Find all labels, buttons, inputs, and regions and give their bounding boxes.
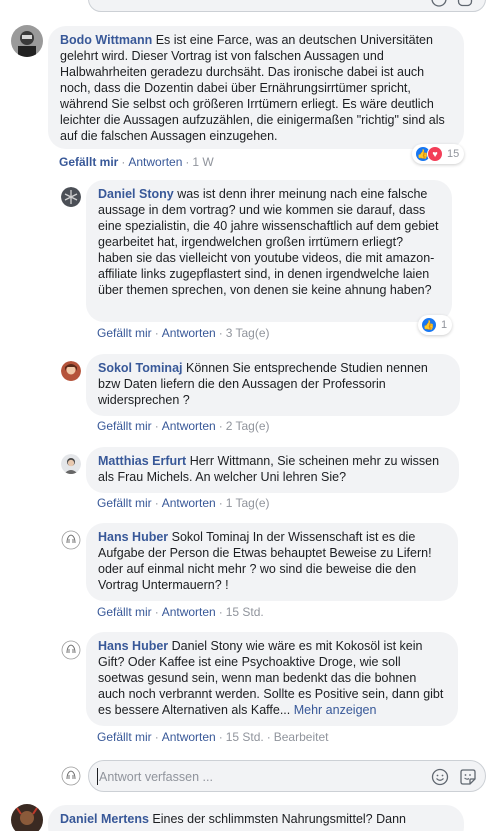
comment-author[interactable]: Daniel Stony [98,187,174,201]
timestamp[interactable]: 3 Tag(e) [226,326,270,340]
timestamp[interactable]: 1 W [192,155,213,169]
comment-text: Es ist eine Farce, was an deutschen Univ… [60,33,445,143]
emoji-icon[interactable] [431,0,447,7]
comment-actions: Gefällt mir · Antworten · 15 Std. · Bearbeitet [97,730,329,744]
comment-bubble: Sokol Tominaj Können Sie entsprechende S… [86,354,460,416]
reply-button[interactable]: Antworten [162,326,216,340]
like-button[interactable]: Gefällt mir [97,326,152,340]
emoji-icon[interactable] [431,768,449,786]
like-button[interactable]: Gefällt mir [59,155,118,169]
reply-button[interactable]: Antworten [162,496,216,510]
reply-button[interactable]: Antworten [162,730,216,744]
comment-actions: Gefällt mir · Antworten · 1 Tag(e) [97,496,270,510]
reply-button[interactable]: Antworten [162,605,216,619]
comment-author[interactable]: Bodo Wittmann [60,33,152,47]
show-more-link[interactable]: Mehr anzeigen [294,703,377,717]
reaction-number: 1 [441,319,448,331]
reply-composer[interactable] [88,760,486,792]
like-button[interactable]: Gefällt mir [97,730,152,744]
text-cursor [97,768,98,785]
comment-actions: Gefällt mir · Antworten · 1 W [59,155,214,169]
avatar[interactable] [61,454,81,474]
timestamp[interactable]: 1 Tag(e) [226,496,270,510]
comment-bubble: Matthias Erfurt Herr Wittmann, Sie schei… [86,447,459,493]
like-button[interactable]: Gefällt mir [97,419,152,433]
reply-button[interactable]: Antworten [162,419,216,433]
comment-actions: Gefällt mir · Antworten · 3 Tag(e) [97,326,270,340]
comment-bubble: Daniel Mertens Eines der schlimmsten Nah… [48,805,464,831]
comment-author[interactable]: Hans Huber [98,530,168,544]
comment-author[interactable]: Sokol Tominaj [98,361,183,375]
love-reaction-icon: ♥ [427,146,443,162]
reply-button[interactable]: Antworten [128,155,182,169]
like-button[interactable]: Gefällt mir [97,496,152,510]
reaction-number: 15 [447,148,460,160]
avatar[interactable] [61,640,81,660]
avatar[interactable] [61,187,81,207]
comment-author[interactable]: Daniel Mertens [60,812,149,826]
comment-text: Eines der schlimmsten Nahrungsmittel? Da… [152,812,406,826]
avatar[interactable] [11,25,43,57]
timestamp[interactable]: 15 Std. [226,730,264,744]
like-button[interactable]: Gefällt mir [97,605,152,619]
comment-bubble: Daniel Stony was ist denn ihrer meinung … [86,180,452,322]
comment-bubble: Hans Huber Sokol Tominaj In der Wissensc… [86,523,458,601]
comment-bubble: Hans Huber Daniel Stony wie wäre es mit … [86,632,458,726]
comment-actions: Gefällt mir · Antworten · 2 Tag(e) [97,419,270,433]
timestamp[interactable]: 15 Std. [226,605,264,619]
comment-bubble: Bodo Wittmann Es ist eine Farce, was an … [48,26,464,149]
comment-author[interactable]: Matthias Erfurt [98,454,186,468]
edited-label[interactable]: Bearbeitet [274,730,329,744]
reply-input[interactable] [99,767,419,787]
reaction-count[interactable]: 👍 1 [418,315,453,335]
current-user-avatar [61,766,81,786]
sticker-icon[interactable] [457,0,473,7]
comment-author[interactable]: Hans Huber [98,639,168,653]
previous-reply-box[interactable] [88,0,486,12]
comment-actions: Gefällt mir · Antworten · 15 Std. [97,605,264,619]
reaction-count[interactable]: 👍 ♥ 15 [412,144,465,164]
avatar[interactable] [61,530,81,550]
like-reaction-icon: 👍 [421,317,437,333]
comment-text: was ist denn ihrer meinung nach eine fal… [98,187,439,297]
timestamp[interactable]: 2 Tag(e) [226,419,270,433]
avatar[interactable] [11,804,43,831]
avatar[interactable] [61,361,81,381]
sticker-icon[interactable] [459,768,477,786]
